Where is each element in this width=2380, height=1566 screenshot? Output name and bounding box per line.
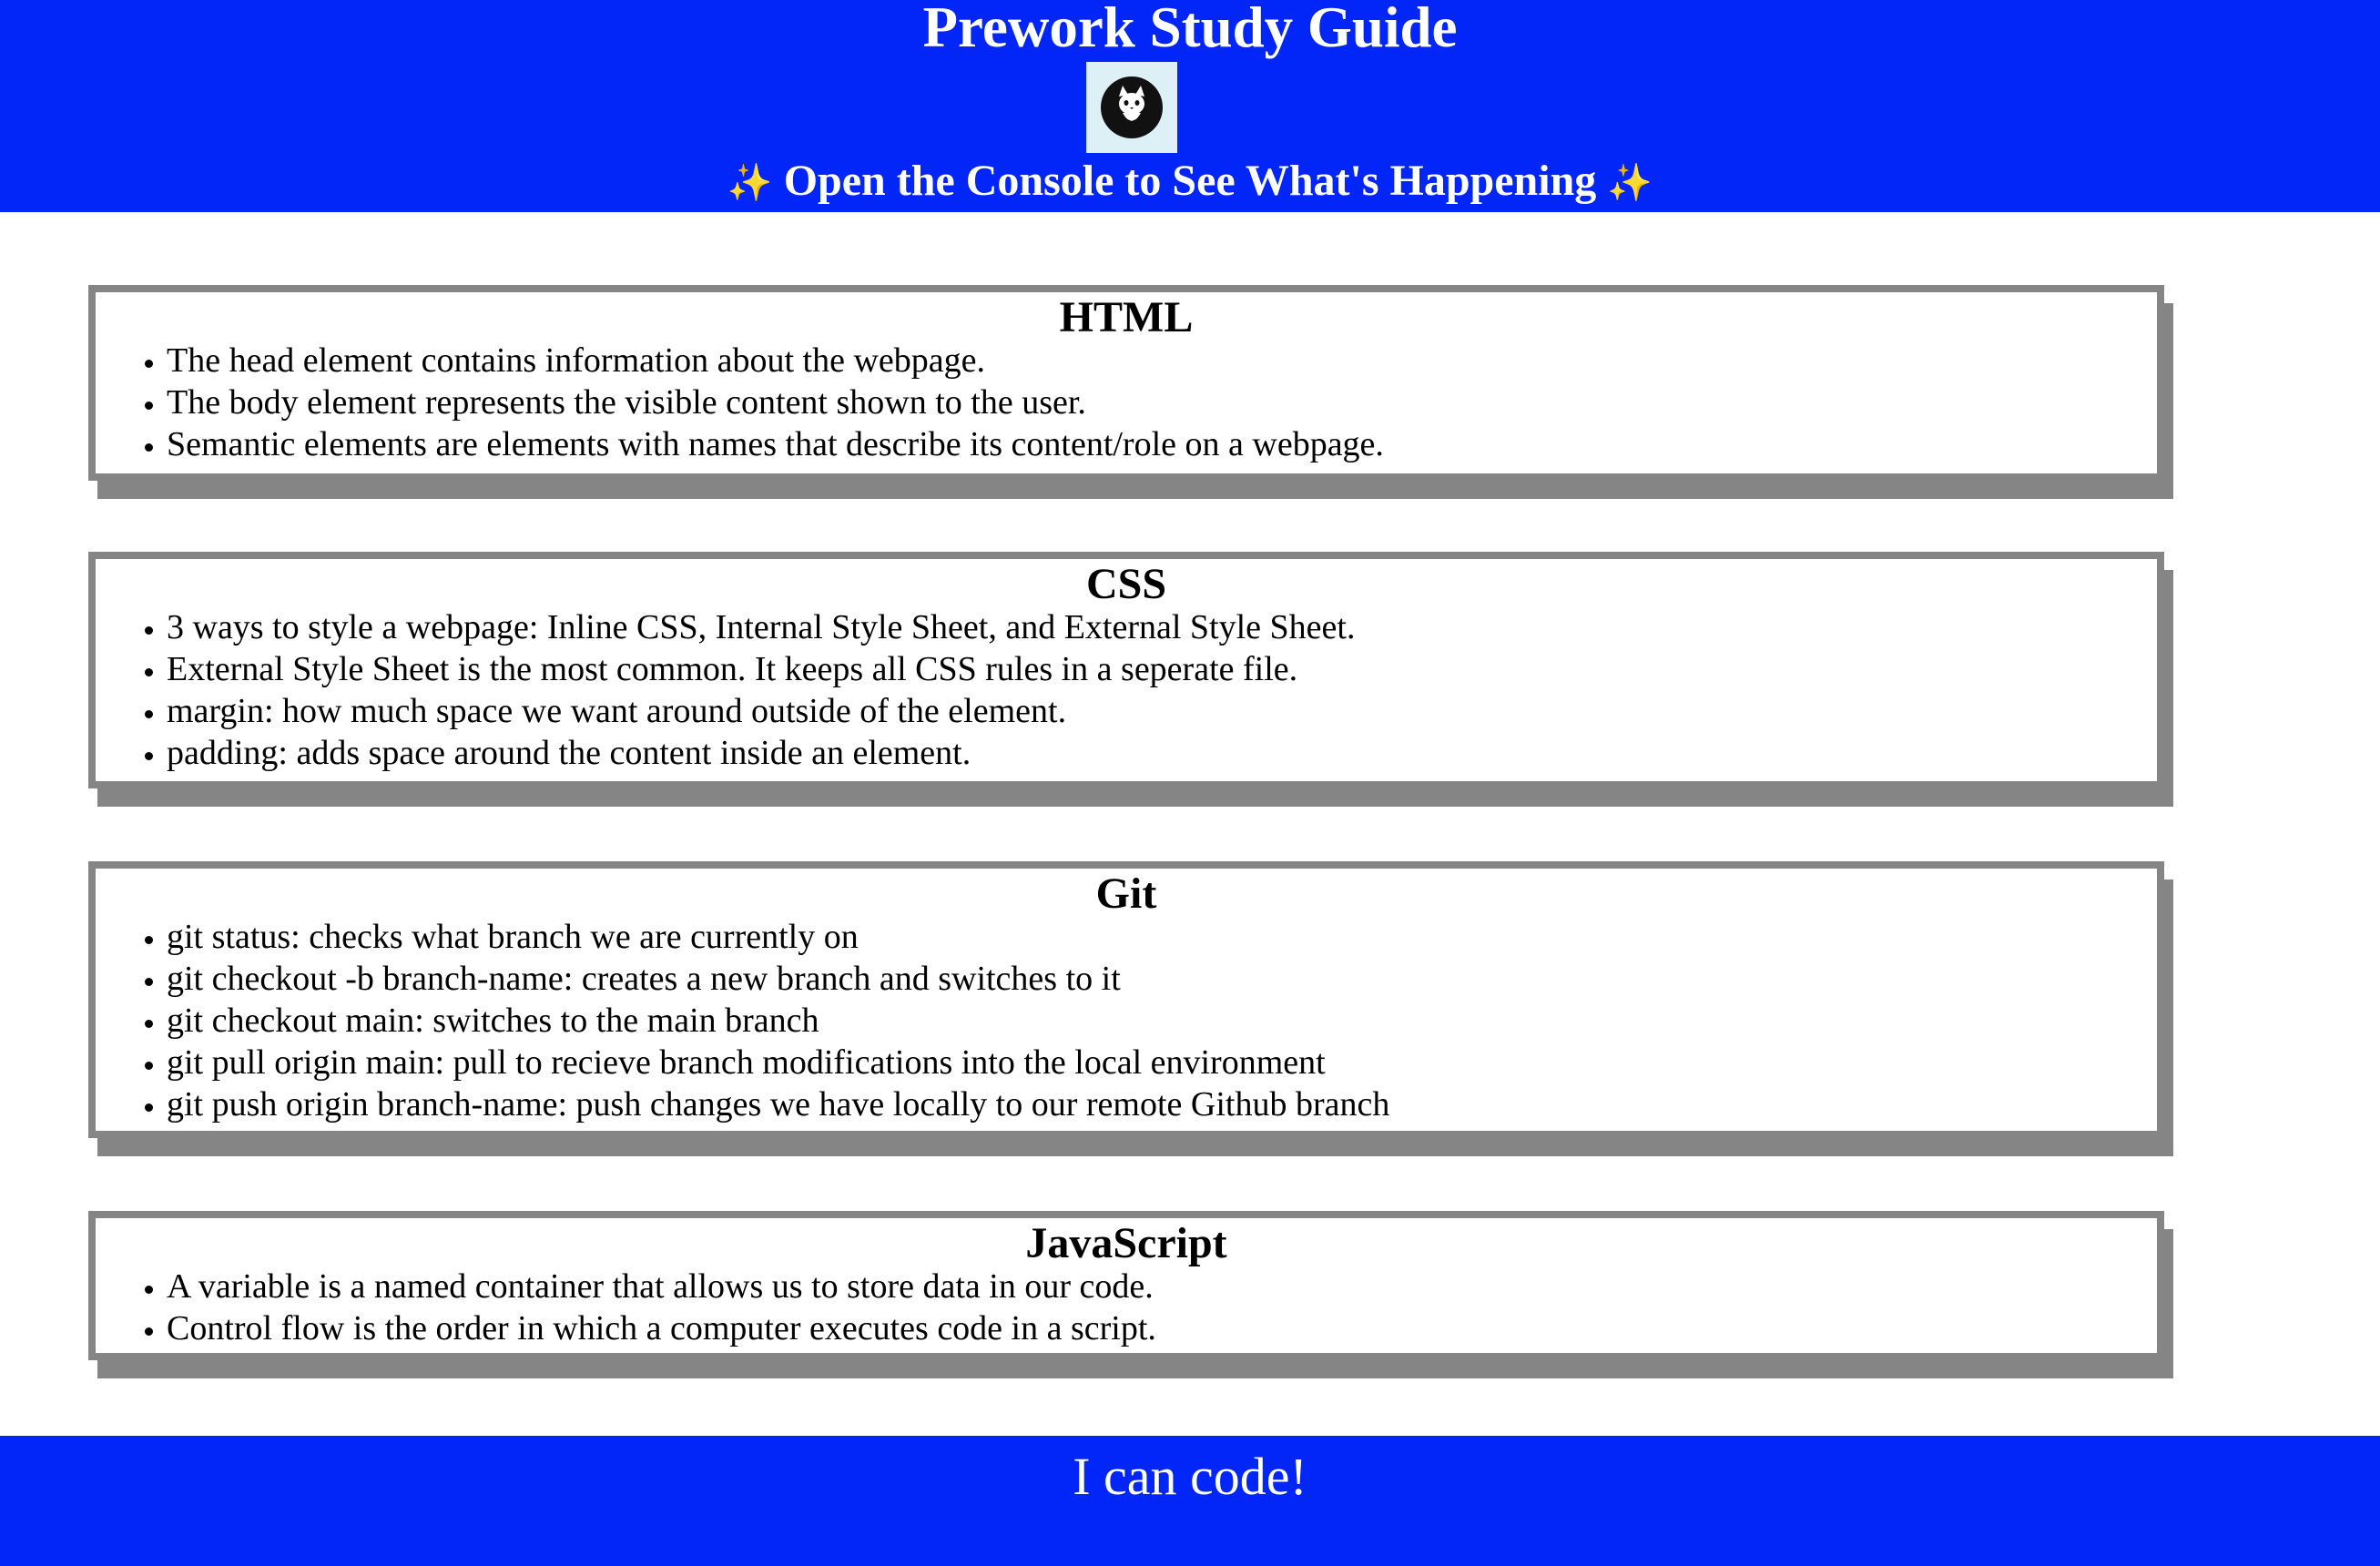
section-list: git status: checks what branch we are cu… [96, 916, 2157, 1125]
page-header: Prework Study Guide ✨ Open the Console t… [0, 0, 2380, 212]
list-item: git checkout -b branch-name: creates a n… [167, 958, 2157, 1000]
page-subtitle: ✨ Open the Console to See What's Happeni… [0, 154, 2380, 210]
list-item: 3 ways to style a webpage: Inline CSS, I… [167, 606, 2157, 648]
list-item: Semantic elements are elements with name… [167, 423, 2157, 465]
list-item: git pull origin main: pull to recieve br… [167, 1042, 2157, 1083]
list-item: margin: how much space we want around ou… [167, 690, 2157, 732]
section-title: Git [1095, 869, 1157, 918]
list-item: The head element contains information ab… [167, 340, 2157, 381]
section-html: HTML The head element contains informati… [88, 285, 2164, 481]
subtitle-text: Open the Console to See What's Happening [783, 157, 1597, 205]
page-footer: I can code! [0, 1436, 2380, 1566]
page-title: Prework Study Guide [922, 0, 1458, 59]
section-title: HTML [1059, 293, 1194, 341]
cat-icon [1101, 76, 1163, 138]
list-item: git status: checks what branch we are cu… [167, 916, 2157, 958]
list-item: git push origin branch-name: push change… [167, 1083, 2157, 1125]
section-list: 3 ways to style a webpage: Inline CSS, I… [96, 606, 2157, 774]
list-item: git checkout main: switches to the main … [167, 1000, 2157, 1042]
section-title: CSS [1085, 560, 1167, 608]
section-list: The head element contains information ab… [96, 340, 2157, 465]
list-item: Control flow is the order in which a com… [167, 1307, 2157, 1349]
sparkle-icon: ✨ [1607, 162, 1653, 204]
logo [1086, 62, 1177, 153]
section-css: CSS 3 ways to style a webpage: Inline CS… [88, 552, 2164, 788]
sparkle-icon: ✨ [727, 162, 773, 204]
section-javascript: JavaScript A variable is a named contain… [88, 1211, 2164, 1360]
list-item: padding: adds space around the content i… [167, 732, 2157, 774]
footer-text: I can code! [1073, 1447, 1307, 1506]
section-git: Git git status: checks what branch we ar… [88, 861, 2164, 1138]
list-item: External Style Sheet is the most common.… [167, 648, 2157, 690]
list-item: A variable is a named container that all… [167, 1266, 2157, 1307]
list-item: The body element represents the visible … [167, 381, 2157, 423]
section-title: JavaScript [1025, 1219, 1227, 1267]
section-list: A variable is a named container that all… [96, 1266, 2157, 1349]
